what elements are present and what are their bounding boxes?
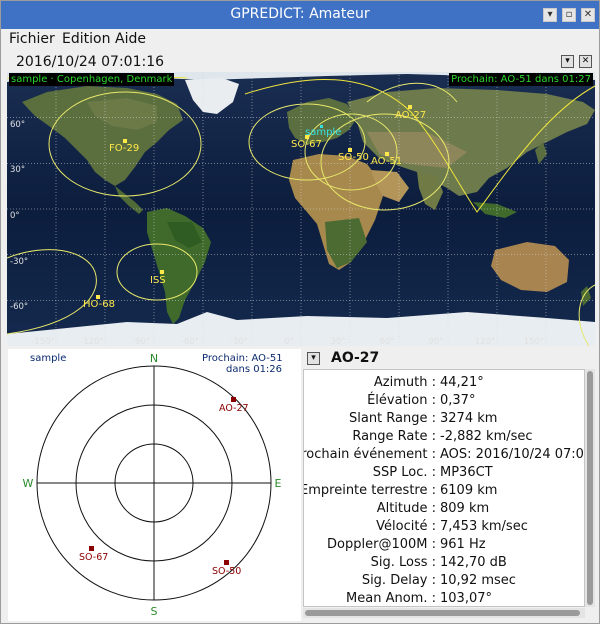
polar-sat-so67[interactable]: SO-67: [79, 552, 108, 563]
menu-edition[interactable]: Edition: [62, 31, 110, 47]
svg-text:30°: 30°: [10, 165, 25, 175]
info-row: Sig. Loss :142,70 dB: [370, 555, 507, 570]
single-sat-panel: ▾ AO-27 Azimuth :44,21° Élévation :0,37°…: [301, 349, 597, 621]
svg-text:-60°: -60°: [10, 302, 28, 312]
svg-text:0°: 0°: [284, 337, 294, 346]
close-icon[interactable]: ✕: [581, 8, 595, 22]
horizontal-scroll-thumb[interactable]: [305, 610, 580, 616]
map-sat-label-ao27[interactable]: AO-27: [395, 110, 426, 121]
svg-text:-60°: -60°: [181, 337, 199, 346]
world-map[interactable]: AO-27 FO-29 SO-67 SO-50 AO-51 ISS HO-68 …: [7, 72, 595, 346]
vertical-scrollbar[interactable]: [585, 369, 595, 607]
svg-text:60°: 60°: [10, 120, 25, 130]
info-row: Range Rate : -2,882 km/sec: [352, 429, 533, 444]
info-row: Mean Anom. :103,07°: [346, 591, 492, 606]
info-row: Azimuth :44,21°: [373, 375, 484, 390]
polar-compass: N S E W: [23, 352, 282, 618]
map-sat-label-ao51[interactable]: AO-51: [371, 156, 402, 167]
compass-w: W: [23, 477, 34, 490]
minimize-icon[interactable]: ▾: [543, 8, 557, 22]
sat-info-table[interactable]: Azimuth :44,21° Élévation :0,37° Slant R…: [303, 369, 585, 607]
info-row: Doppler@100M :961 Hz: [327, 537, 486, 552]
polar-sat-so50[interactable]: SO-50: [212, 566, 241, 577]
window-title: GPREDICT: Amateur: [230, 6, 370, 22]
horizontal-scrollbar[interactable]: [303, 608, 585, 618]
info-row: Altitude :809 km: [376, 501, 490, 516]
polar-sat-labels: AO-27 SO-67 SO-50: [79, 403, 249, 577]
polar-canvas: N S E W AO-27 SO-67 SO-50: [23, 352, 282, 618]
polar-view[interactable]: sample Prochain: AO-51 dans 01:26 N S E …: [8, 349, 301, 621]
compass-n: N: [150, 352, 158, 365]
compass-e: E: [275, 477, 282, 490]
vertical-scroll-thumb[interactable]: [587, 371, 593, 605]
map-sat-label-fo29[interactable]: FO-29: [109, 143, 139, 154]
svg-text:60°: 60°: [379, 337, 394, 346]
svg-text:-30°: -30°: [10, 257, 28, 267]
svg-text:90°: 90°: [428, 337, 443, 346]
info-row: Élévation :0,37°: [367, 393, 476, 408]
map-sat-label-iss[interactable]: ISS: [150, 275, 166, 286]
map-sat-label-so50[interactable]: SO-50: [338, 152, 369, 163]
info-row: Prochain événement : AOS: 2016/10/24 07:0…: [303, 447, 585, 462]
polar-sat-ao27[interactable]: AO-27: [219, 403, 249, 414]
info-row: SSP Loc. : MP36CT: [372, 465, 493, 480]
app-window: GPREDICT: Amateur ▾ ▫ ✕ Fichier Edition …: [0, 0, 600, 624]
menu-fichier[interactable]: Fichier: [9, 31, 55, 47]
svg-text:30°: 30°: [330, 337, 345, 346]
single-sat-header: ▾ AO-27: [301, 349, 597, 368]
info-row: Empreinte terrestre :6109 km: [303, 483, 498, 498]
map-sat-label-ho68[interactable]: HO-68: [83, 299, 115, 310]
module-close-icon[interactable]: ✕: [579, 55, 592, 68]
sat-select-icon[interactable]: ▾: [307, 352, 320, 365]
map-qth-label: sample: [305, 127, 341, 138]
title-bar[interactable]: GPREDICT: Amateur ▾ ▫ ✕: [1, 1, 599, 29]
svg-text:-150°: -150°: [31, 337, 55, 346]
module-datetime: 2016/10/24 07:01:16: [16, 54, 165, 70]
maximize-icon[interactable]: ▫: [562, 8, 576, 22]
menu-bar: Fichier Edition Aide: [1, 29, 599, 50]
svg-text:0°: 0°: [10, 211, 20, 221]
svg-text:-90°: -90°: [132, 337, 150, 346]
map-sat-label-so67[interactable]: SO-67: [291, 139, 322, 150]
svg-text:-120°: -120°: [80, 337, 104, 346]
map-station-info: sample · Copenhagen, Denmark: [9, 73, 175, 86]
module-options-icon[interactable]: ▾: [561, 55, 574, 68]
svg-text:-30°: -30°: [230, 337, 248, 346]
svg-text:120°: 120°: [475, 337, 495, 346]
map-canvas: AO-27 FO-29 SO-67 SO-50 AO-51 ISS HO-68 …: [7, 72, 595, 346]
menu-aide[interactable]: Aide: [115, 31, 146, 47]
module-header: 2016/10/24 07:01:16 ▾ ✕: [1, 51, 599, 73]
polar-sat-markers: [89, 397, 236, 565]
info-row: Sig. Delay :10,92 msec: [361, 573, 516, 588]
info-row: Slant Range :3274 km: [348, 411, 498, 426]
compass-s: S: [151, 605, 158, 618]
map-next-pass: Prochain: AO-51 dans 01:27: [449, 73, 593, 86]
selected-satellite: AO-27: [331, 350, 380, 366]
svg-text:150°: 150°: [524, 337, 544, 346]
info-row: Vélocité :7,453 km/sec: [376, 519, 528, 534]
